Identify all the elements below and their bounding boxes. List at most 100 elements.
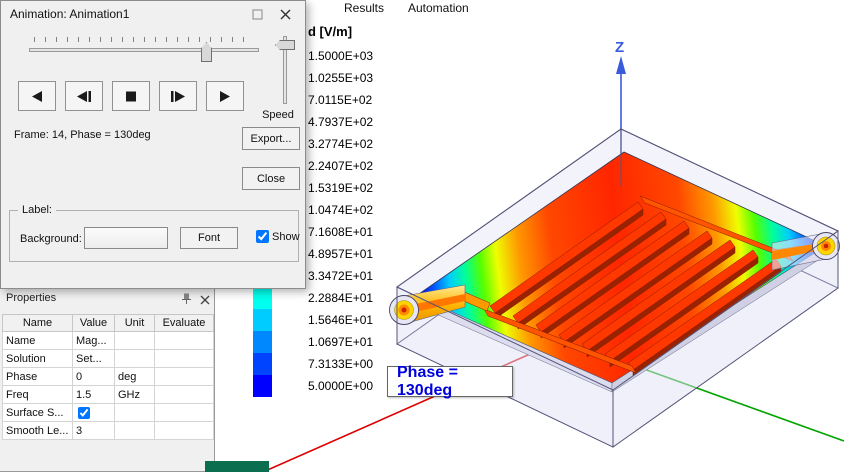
prop-name: Name (2, 331, 73, 350)
maximize-button[interactable] (249, 6, 265, 22)
prop-name: Smooth Le... (2, 421, 73, 440)
prop-value[interactable]: Mag... (72, 331, 115, 350)
legend-value: 2.2884E+01 (308, 291, 374, 305)
table-row: Freq 1.5 GHz (2, 385, 214, 404)
phase-annotation: Phase = 130deg (387, 364, 513, 399)
app-window: Z Results Automation d [V/m] 1.5000E+03 … (0, 0, 844, 472)
pin-button[interactable] (180, 292, 193, 310)
legend-color-swatch (253, 309, 272, 331)
column-header-name[interactable]: Name (2, 314, 73, 332)
prop-evaluate (154, 367, 214, 386)
stop-button[interactable] (112, 81, 150, 111)
font-button[interactable]: Font (180, 227, 238, 249)
export-button[interactable]: Export... (242, 127, 300, 150)
legend-entry: 1.0697E+01 (253, 331, 388, 353)
play-reverse-button[interactable] (18, 81, 56, 111)
pin-icon (182, 293, 191, 304)
z-axis-arrow-icon (616, 56, 626, 74)
legend-entry: 5.0000E+00 (253, 375, 388, 397)
close-button[interactable] (277, 6, 293, 22)
table-row: Solution Set... (2, 349, 214, 368)
frame-status-text: Frame: 14, Phase = 130deg (14, 129, 151, 141)
frame-slider-thumb[interactable] (201, 42, 212, 62)
animation-dialog: Animation: Animation1 Speed Frame: 14, P… (0, 0, 306, 289)
legend-value: 1.5000E+03 (308, 49, 374, 63)
prop-evaluate (154, 403, 214, 422)
column-header-value[interactable]: Value (72, 314, 115, 332)
close-dialog-button[interactable]: Close (242, 167, 300, 190)
legend-color-swatch (253, 331, 272, 353)
stop-icon (126, 91, 136, 101)
prop-unit: deg (114, 367, 155, 386)
prop-unit (114, 331, 155, 350)
legend-value: 1.0697E+01 (308, 335, 374, 349)
step-reverse-button[interactable] (65, 81, 103, 111)
frame-slider[interactable] (29, 35, 259, 65)
background-label: Background: (20, 233, 82, 245)
legend-entry: 7.3133E+00 (253, 353, 388, 375)
label-group-title: Label: (18, 204, 56, 216)
speed-slider[interactable] (273, 34, 297, 107)
menu-item-automation[interactable]: Automation (408, 1, 469, 15)
background-window-fragment (205, 461, 269, 472)
speed-slider-thumb[interactable] (275, 40, 295, 50)
prop-value (72, 403, 115, 422)
legend-color-swatch (253, 353, 272, 375)
step-reverse-icon (77, 90, 91, 102)
legend-value: 1.0255E+03 (308, 71, 374, 85)
legend-value: 3.2774E+02 (308, 137, 374, 151)
play-reverse-icon (32, 90, 42, 102)
prop-unit: GHz (114, 385, 155, 404)
step-forward-icon (171, 90, 185, 102)
menu-item-results[interactable]: Results (344, 1, 384, 15)
legend-value: 3.3472E+01 (308, 269, 374, 283)
legend-value: 7.1608E+01 (308, 225, 374, 239)
z-axis-label: Z (615, 39, 624, 56)
legend-value: 2.2407E+02 (308, 159, 374, 173)
prop-value[interactable]: 3 (72, 421, 115, 440)
legend-value: 7.0115E+02 (308, 93, 373, 107)
show-checkbox-label: Show (272, 230, 300, 243)
surface-smoothing-checkbox[interactable] (78, 406, 90, 419)
legend-value: 5.0000E+00 (308, 379, 374, 393)
close-panel-button[interactable] (200, 292, 210, 310)
table-row: Smooth Le... 3 (2, 421, 214, 440)
prop-unit (114, 403, 155, 422)
frame-slider-ticks (34, 37, 254, 42)
prop-value[interactable]: 0 (72, 367, 115, 386)
legend-title: d [V/m] (308, 24, 353, 39)
table-row: Surface S... (2, 403, 214, 422)
legend-entry: 1.5646E+01 (253, 309, 388, 331)
properties-table: Name Value Unit Evaluate Name Mag... Sol… (2, 314, 214, 440)
table-row: Phase 0 deg (2, 367, 214, 386)
prop-name: Surface S... (2, 403, 73, 422)
prop-unit (114, 421, 155, 440)
column-header-evaluate[interactable]: Evaluate (154, 314, 214, 332)
table-header-row: Name Value Unit Evaluate (2, 314, 214, 332)
prop-value[interactable]: Set... (72, 349, 115, 368)
step-forward-button[interactable] (159, 81, 197, 111)
legend-color-swatch (253, 287, 272, 309)
prop-name: Solution (2, 349, 73, 368)
close-icon (280, 9, 290, 19)
dialog-title: Animation: Animation1 (10, 7, 130, 21)
legend-value: 4.7937E+02 (308, 115, 374, 129)
prop-unit (114, 349, 155, 368)
table-row: Name Mag... (2, 331, 214, 350)
properties-panel: Properties Name Value Unit Evaluate Name… (0, 287, 215, 472)
speed-label: Speed (262, 109, 294, 121)
play-forward-button[interactable] (206, 81, 244, 111)
prop-evaluate (154, 385, 214, 404)
prop-value[interactable]: 1.5 (72, 385, 115, 404)
legend-value: 4.8957E+01 (308, 247, 374, 261)
column-header-unit[interactable]: Unit (114, 314, 155, 332)
maximize-icon (251, 8, 263, 20)
play-forward-icon (220, 90, 230, 102)
show-checkbox-group: Show (256, 230, 300, 243)
show-checkbox[interactable] (256, 230, 269, 243)
prop-evaluate (154, 331, 214, 350)
background-color-button[interactable] (84, 227, 168, 249)
frame-slider-track[interactable] (29, 48, 259, 52)
properties-panel-title: Properties (6, 292, 57, 304)
prop-name: Freq (2, 385, 73, 404)
